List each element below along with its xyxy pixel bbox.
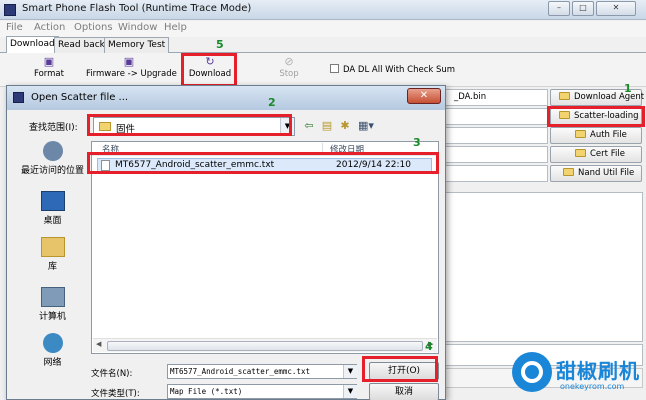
text-file-icon bbox=[101, 160, 110, 171]
step-4-label: 4 bbox=[425, 340, 433, 353]
stop-button[interactable]: ⊘ Stop bbox=[274, 54, 304, 86]
dialog-title-bar: Open Scatter file ... ✕ bbox=[7, 86, 445, 110]
place-library[interactable]: 库 bbox=[15, 237, 90, 272]
filetype-label: 文件类型(T): bbox=[91, 389, 140, 399]
place-desktop[interactable]: 桌面 bbox=[15, 191, 90, 226]
stop-icon: ⊘ bbox=[284, 55, 294, 68]
folder-icon bbox=[563, 168, 574, 176]
place-network[interactable]: 网络 bbox=[15, 333, 90, 368]
logo-ring-icon bbox=[521, 361, 543, 383]
back-icon[interactable]: ⇦ bbox=[301, 118, 317, 134]
places-bar: 最近访问的位置 桌面 库 计算机 网络 bbox=[15, 141, 90, 399]
watermark-text: 甜椒刷机 bbox=[556, 359, 640, 383]
tab-strip: Download Read back Memory Test bbox=[0, 36, 646, 53]
maximize-button[interactable]: □ bbox=[572, 1, 594, 16]
da-path-field[interactable]: _DA.bin bbox=[445, 89, 548, 106]
up-folder-icon[interactable]: ▤ bbox=[319, 118, 335, 134]
chevron-down-icon[interactable]: ▼ bbox=[280, 118, 294, 135]
scroll-left-icon[interactable]: ◀ bbox=[96, 340, 101, 348]
tab-read-back[interactable]: Read back bbox=[54, 37, 109, 53]
watermark-url: onekeyrom.com bbox=[560, 382, 625, 391]
column-header: 名称 修改日期 bbox=[92, 142, 438, 156]
desktop-icon bbox=[40, 191, 65, 211]
cert-file-button[interactable]: Cert File bbox=[550, 146, 642, 163]
nand-util-file-button[interactable]: Nand Util File bbox=[550, 165, 642, 182]
horizontal-scrollbar[interactable]: ◀ ▶ bbox=[93, 338, 437, 352]
view-menu-icon[interactable]: ▦▾ bbox=[355, 118, 377, 134]
auth-file-button[interactable]: Auth File bbox=[550, 127, 642, 144]
computer-icon bbox=[40, 287, 65, 307]
toolbar: ▣ Format ▣ Firmware -> Upgrade ↻ Downloa… bbox=[0, 53, 646, 87]
watermark-logo bbox=[512, 352, 552, 392]
file-modified: 2012/9/14 22:10 bbox=[336, 160, 411, 170]
partition-list[interactable] bbox=[445, 192, 643, 342]
file-list[interactable]: 名称 修改日期 MT6577_Android_scatter_emmc.txt … bbox=[91, 141, 439, 354]
auth-path-field[interactable] bbox=[445, 127, 548, 144]
look-in-combo[interactable]: 固件 ▼ bbox=[93, 117, 295, 136]
file-name: MT6577_Android_scatter_emmc.txt bbox=[115, 160, 275, 170]
format-icon: ▣ bbox=[43, 55, 55, 68]
nand-path-field[interactable] bbox=[445, 165, 548, 182]
menu-action[interactable]: Action bbox=[34, 22, 65, 33]
minimize-button[interactable]: – bbox=[548, 1, 570, 16]
place-computer[interactable]: 计算机 bbox=[15, 287, 90, 322]
dialog-title: Open Scatter file ... bbox=[31, 92, 129, 103]
chevron-down-icon[interactable]: ▼ bbox=[343, 365, 357, 378]
open-scatter-dialog: Open Scatter file ... ✕ 查找范围(I): 固件 ▼ ⇦ … bbox=[6, 85, 446, 400]
checkbox-box bbox=[330, 64, 339, 73]
scatter-loading-button[interactable]: Scatter-loading bbox=[550, 108, 642, 125]
recent-places-icon bbox=[42, 141, 63, 161]
step-2-label: 2 bbox=[268, 96, 276, 109]
filename-input[interactable]: MT6577_Android_scatter_emmc.txt bbox=[167, 364, 357, 379]
folder-icon bbox=[99, 122, 111, 131]
column-separator bbox=[322, 143, 323, 155]
folder-icon bbox=[559, 92, 570, 100]
look-in-label: 查找范围(I): bbox=[29, 123, 78, 133]
file-row[interactable]: MT6577_Android_scatter_emmc.txt 2012/9/1… bbox=[97, 158, 432, 172]
firmware-upgrade-button[interactable]: ▣ Firmware -> Upgrade bbox=[86, 54, 177, 86]
filetype-select[interactable]: Map File (*.txt) bbox=[167, 384, 357, 399]
menu-bar: File Action Options Window Help bbox=[0, 21, 646, 37]
close-button[interactable]: ✕ bbox=[596, 1, 636, 16]
scatter-path-field[interactable] bbox=[445, 108, 548, 125]
step-3-label: 3 bbox=[413, 136, 421, 149]
cert-path-field[interactable] bbox=[445, 146, 548, 163]
look-in-value: 固件 bbox=[116, 124, 136, 135]
new-folder-icon[interactable]: ✱ bbox=[337, 118, 353, 134]
column-modified[interactable]: 修改日期 bbox=[330, 143, 364, 155]
library-icon bbox=[40, 237, 65, 257]
app-icon bbox=[4, 4, 16, 16]
folder-icon bbox=[559, 111, 570, 119]
open-button[interactable]: 打开(O) bbox=[369, 362, 439, 380]
folder-icon bbox=[575, 149, 586, 157]
menu-window[interactable]: Window bbox=[118, 22, 157, 33]
format-button[interactable]: ▣ Format bbox=[26, 54, 72, 86]
filename-label: 文件名(N): bbox=[91, 369, 133, 379]
step-1-label: 1 bbox=[624, 82, 632, 95]
download-button[interactable]: ↻ Download bbox=[186, 54, 234, 86]
title-bar: Smart Phone Flash Tool (Runtime Trace Mo… bbox=[0, 0, 646, 20]
column-name[interactable]: 名称 bbox=[102, 143, 119, 155]
window-title: Smart Phone Flash Tool (Runtime Trace Mo… bbox=[22, 3, 252, 14]
scroll-thumb[interactable] bbox=[107, 341, 423, 351]
dialog-close-button[interactable]: ✕ bbox=[407, 88, 441, 104]
da-checksum-checkbox[interactable]: DA DL All With Check Sum bbox=[330, 64, 455, 75]
network-icon bbox=[42, 333, 63, 353]
tab-download[interactable]: Download bbox=[6, 36, 59, 53]
menu-options[interactable]: Options bbox=[74, 22, 113, 33]
download-icon: ↻ bbox=[205, 55, 215, 68]
place-recent[interactable]: 最近访问的位置 bbox=[15, 141, 90, 176]
chevron-down-icon[interactable]: ▼ bbox=[343, 385, 357, 398]
step-5-label: 5 bbox=[216, 38, 224, 51]
menu-file[interactable]: File bbox=[6, 22, 23, 33]
firmware-icon: ▣ bbox=[123, 55, 135, 68]
folder-icon bbox=[575, 130, 586, 138]
tab-memory-test[interactable]: Memory Test bbox=[104, 37, 170, 53]
cancel-button[interactable]: 取消 bbox=[369, 383, 439, 400]
menu-help[interactable]: Help bbox=[164, 22, 187, 33]
dialog-app-icon bbox=[13, 92, 24, 103]
